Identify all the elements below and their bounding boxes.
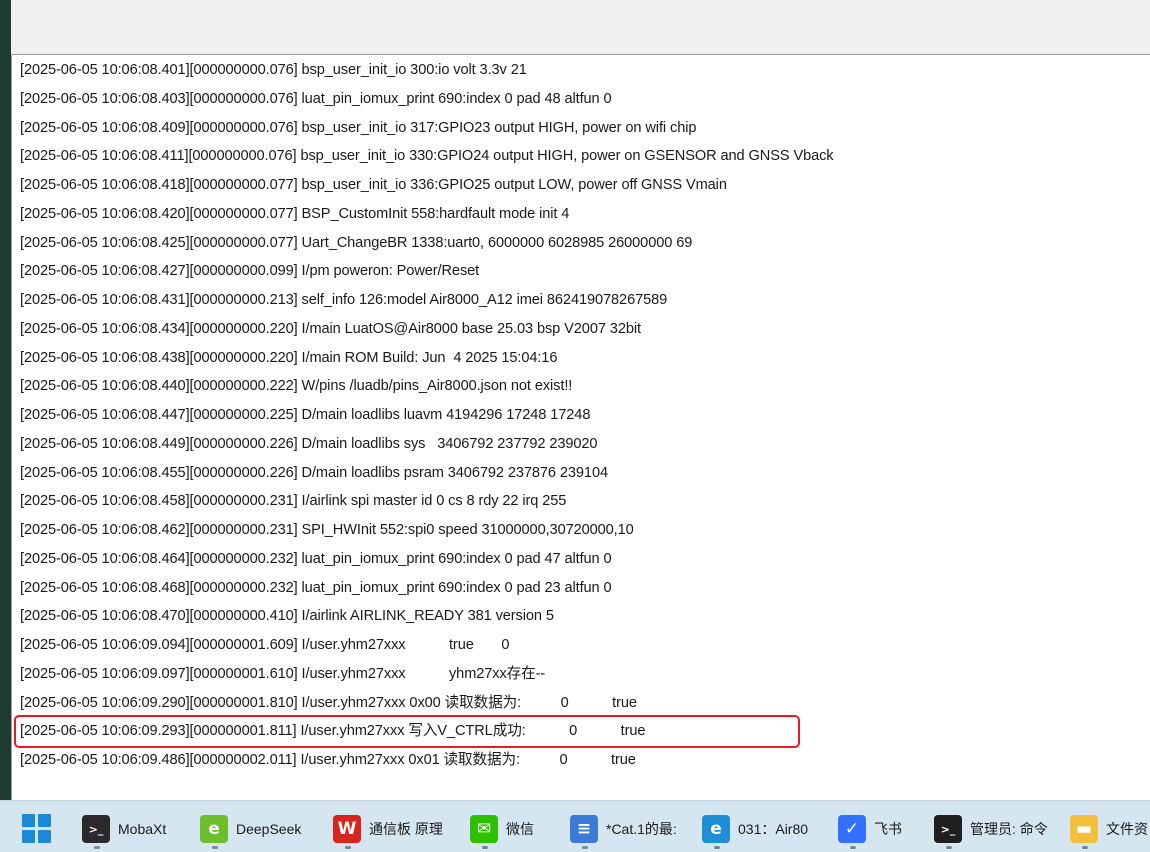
taskbar-item-mobaxterm[interactable]: >_ MobaXt xyxy=(82,809,166,849)
taskbar-item-label: 飞书 xyxy=(874,821,902,837)
running-indicator xyxy=(850,846,856,849)
taskbar-item-label: DeepSeek xyxy=(236,821,302,837)
log-list: [2025-06-05 10:06:08.401][000000000.076]… xyxy=(14,56,834,775)
log-line: [2025-06-05 10:06:08.420][000000000.077]… xyxy=(20,205,570,222)
notepad-icon: ≡ xyxy=(570,815,598,843)
log-line: [2025-06-05 10:06:08.403][000000000.076]… xyxy=(20,90,612,107)
running-indicator xyxy=(714,846,720,849)
taskbar-item-terminal[interactable]: >_ 管理员: 命令 xyxy=(934,809,1048,849)
log-line: [2025-06-05 10:06:08.470][000000000.410]… xyxy=(20,608,554,625)
log-line: [2025-06-05 10:06:09.097][000000001.610]… xyxy=(20,665,546,682)
log-line: [2025-06-05 10:06:09.290][000000001.810]… xyxy=(20,694,637,711)
log-line: [2025-06-05 10:06:08.401][000000000.076]… xyxy=(20,62,527,78)
taskbar-item-folder[interactable]: ▬ 文件资 xyxy=(1070,809,1148,849)
taskbar-item-label: 微信 xyxy=(506,821,534,837)
mobaxterm-icon: >_ xyxy=(82,815,110,843)
taskbar: >_ MobaXt e DeepSeek W 通信板 原理 ✉ 微信 ≡ *Cat.1的最: e 03… xyxy=(0,800,1150,852)
log-line: [2025-06-05 10:06:08.468][000000000.232]… xyxy=(20,579,612,596)
taskbar-item-wps[interactable]: W 通信板 原理 xyxy=(333,809,443,849)
serial-log-pane[interactable]: [2025-06-05 10:06:08.401][000000000.076]… xyxy=(11,54,1150,800)
taskbar-item-label: 管理员: 命令 xyxy=(970,821,1048,837)
taskbar-item-label: 031：Air80 xyxy=(738,821,809,837)
log-line: [2025-06-05 10:06:08.462][000000000.231]… xyxy=(20,522,634,538)
log-line: [2025-06-05 10:06:08.411][000000000.076]… xyxy=(20,148,834,165)
log-line: [2025-06-05 10:06:08.431][000000000.213]… xyxy=(20,292,668,308)
running-indicator xyxy=(946,846,952,849)
taskbar-item-label: MobaXt xyxy=(118,821,167,837)
log-line: [2025-06-05 10:06:08.409][000000000.076]… xyxy=(20,119,697,136)
edge-dev-icon: e xyxy=(200,815,228,843)
taskbar-item-label: 文件资 xyxy=(1106,821,1148,837)
running-indicator xyxy=(212,846,218,849)
terminal-icon: >_ xyxy=(934,815,962,843)
running-indicator xyxy=(1082,846,1088,849)
taskbar-item-notepad[interactable]: ≡ *Cat.1的最: xyxy=(570,809,677,849)
log-line: [2025-06-05 10:06:08.455][000000000.226]… xyxy=(20,464,608,481)
running-indicator xyxy=(482,846,488,849)
taskbar-item-wechat[interactable]: ✉ 微信 xyxy=(470,809,534,849)
log-line: [2025-06-05 10:06:08.464][000000000.232]… xyxy=(20,550,612,567)
wps-icon: W xyxy=(333,815,361,843)
taskbar-item-edge[interactable]: e 031：Air80 xyxy=(702,809,808,849)
folder-icon: ▬ xyxy=(1070,815,1098,843)
log-line: [2025-06-05 10:06:08.438][000000000.220]… xyxy=(20,349,558,366)
edge-icon: e xyxy=(702,815,730,843)
log-line: [2025-06-05 10:06:08.447][000000000.225]… xyxy=(20,407,591,423)
log-line-highlighted: [2025-06-05 10:06:09.293][000000001.811]… xyxy=(14,715,800,748)
taskbar-item-label: 通信板 原理 xyxy=(369,821,443,837)
taskbar-item-label: *Cat.1的最: xyxy=(606,821,677,837)
log-line: [2025-06-05 10:06:08.440][000000000.222]… xyxy=(20,378,573,395)
log-line: [2025-06-05 10:06:09.486][000000002.011]… xyxy=(20,752,636,768)
wechat-icon: ✉ xyxy=(470,815,498,843)
running-indicator xyxy=(582,846,588,849)
windows-start-button[interactable] xyxy=(22,814,52,844)
log-line: [2025-06-05 10:06:08.418][000000000.077]… xyxy=(20,177,727,193)
running-indicator xyxy=(345,846,351,849)
taskbar-item-edge-dev[interactable]: e DeepSeek xyxy=(200,809,301,849)
running-indicator xyxy=(94,846,100,849)
log-line: [2025-06-05 10:06:09.094][000000001.609]… xyxy=(20,637,510,653)
log-line: [2025-06-05 10:06:08.427][000000000.099]… xyxy=(20,263,480,280)
background-desktop-strip xyxy=(0,0,11,800)
log-line: [2025-06-05 10:06:08.458][000000000.231]… xyxy=(20,493,567,510)
log-line: [2025-06-05 10:06:08.425][000000000.077]… xyxy=(20,234,693,251)
log-line: [2025-06-05 10:06:08.449][000000000.226]… xyxy=(20,435,598,452)
taskbar-item-feishu[interactable]: ✓ 飞书 xyxy=(838,809,902,849)
log-line: [2025-06-05 10:06:08.434][000000000.220]… xyxy=(20,320,641,337)
feishu-icon: ✓ xyxy=(838,815,866,843)
window-top-area xyxy=(11,0,1150,54)
